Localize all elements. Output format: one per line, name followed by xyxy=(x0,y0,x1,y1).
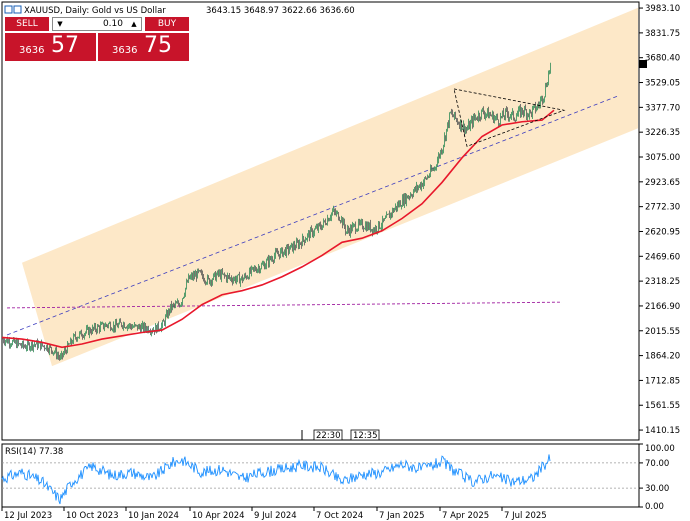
current-price-marker xyxy=(639,60,647,68)
price-tick-label: 2015.55 xyxy=(645,327,680,337)
time-tick-label: 10 Oct 2023 xyxy=(66,511,119,521)
price-tick-label: 1561.55 xyxy=(645,401,680,411)
price-tick-label: 3377.70 xyxy=(645,103,680,113)
price-axis[interactable]: 3983.10 3831.75 3680.40 3529.05 3377.70 3226.… xyxy=(639,4,680,436)
time-tick-label: 7 Jul 2025 xyxy=(504,511,547,521)
rsi-tick-label: 30.00 xyxy=(645,484,669,494)
lot-size-field[interactable]: ▼ 0.10 ▲ xyxy=(52,17,142,31)
buy-price-small: 3636 xyxy=(112,45,138,56)
rsi-tick-label: 70.00 xyxy=(645,459,669,469)
sell-price-button[interactable]: 3636 57 xyxy=(5,33,96,61)
rsi-tick-label: 0.00 xyxy=(645,502,664,512)
lot-decrease-icon[interactable]: ▼ xyxy=(53,18,67,30)
time-tick-label: 10 Apr 2024 xyxy=(192,511,245,521)
symbol-title: XAUUSD, Daily: Gold vs US Dollar xyxy=(24,6,166,16)
price-tick-label: 2923.65 xyxy=(645,178,680,188)
price-tick-label: 3529.05 xyxy=(645,79,680,89)
chart-area[interactable]: 3983.10 3831.75 3680.40 3529.05 3377.70 3226.… xyxy=(0,0,690,521)
price-tick-label: 3075.00 xyxy=(645,153,680,163)
price-tick-label: 2469.60 xyxy=(645,252,680,262)
rsi-tick-label: 100.00 xyxy=(645,444,675,454)
time-tick-label: 7 Apr 2025 xyxy=(442,511,489,521)
time-tick-label: 7 Oct 2024 xyxy=(316,511,363,521)
price-tick-label: 1410.15 xyxy=(645,426,680,436)
sell-button[interactable]: SELL xyxy=(5,17,49,31)
sell-price-big: 57 xyxy=(51,33,79,58)
price-tick-label: 1864.20 xyxy=(645,352,680,362)
buy-button[interactable]: BUY xyxy=(145,17,189,31)
rsi-axis: 100.00 70.00 30.00 0.00 xyxy=(639,443,675,512)
lot-size-value[interactable]: 0.10 xyxy=(67,19,127,29)
buy-price-big: 75 xyxy=(144,33,172,58)
price-tick-label: 2318.25 xyxy=(645,277,680,287)
time-marker: 22:30 xyxy=(316,431,341,441)
time-tick-label: 12 Jul 2023 xyxy=(4,511,52,521)
rsi-panel[interactable] xyxy=(1,443,640,508)
price-tick-label: 1712.85 xyxy=(645,376,680,386)
price-tick-label: 2772.30 xyxy=(645,203,680,213)
time-tick-label: 9 Jul 2024 xyxy=(254,511,297,521)
time-tick-label: 7 Jan 2025 xyxy=(379,511,425,521)
time-marker: 12:35 xyxy=(353,431,378,441)
ohlc-values: 3643.15 3648.97 3622.66 3636.60 xyxy=(206,6,355,16)
time-axis[interactable]: 12 Jul 2023 10 Oct 2023 10 Jan 2024 10 Apr … xyxy=(1,507,547,521)
time-tick-label: 10 Jan 2024 xyxy=(128,511,179,521)
price-tick-label: 3983.10 xyxy=(645,4,680,14)
one-click-trading-panel: SELL ▼ 0.10 ▲ BUY 3636 57 3636 75 xyxy=(5,17,189,61)
rsi-label: RSI(14) 77.38 xyxy=(5,447,63,457)
price-tick-label: 2166.90 xyxy=(645,302,680,312)
price-tick-label: 3680.40 xyxy=(645,54,680,64)
buy-price-button[interactable]: 3636 75 xyxy=(98,33,189,61)
price-tick-label: 3226.35 xyxy=(645,128,680,138)
price-tick-label: 3831.75 xyxy=(645,29,680,39)
lot-increase-icon[interactable]: ▲ xyxy=(127,18,141,30)
price-tick-label: 2620.95 xyxy=(645,227,680,237)
sell-price-small: 3636 xyxy=(19,45,45,56)
